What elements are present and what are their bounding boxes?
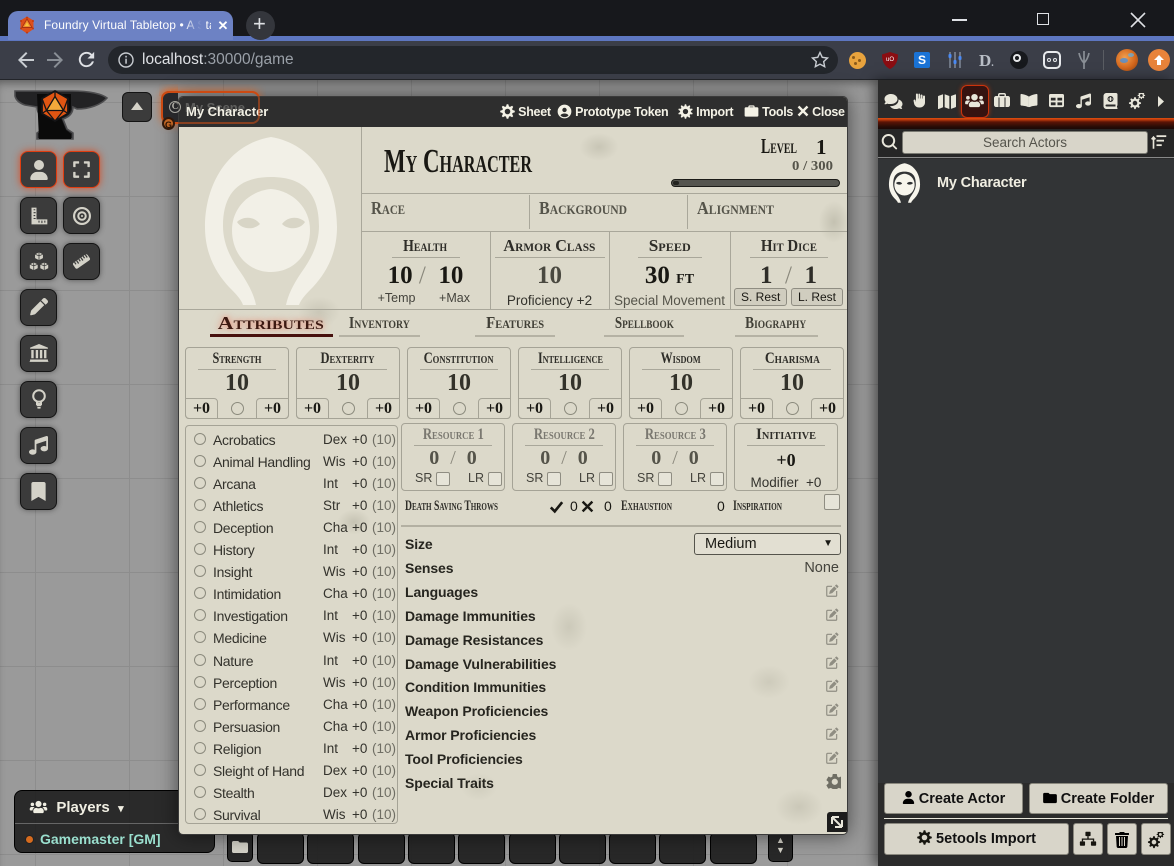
svg-text:uO: uO: [886, 57, 894, 63]
